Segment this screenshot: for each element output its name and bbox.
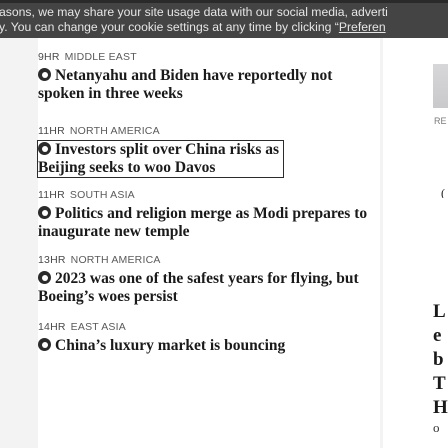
news-item-kicker: 11HR SOUTH ASIA: [38, 188, 380, 202]
news-item-kicker: 11HR NORTH AMERICA: [38, 124, 380, 138]
radio-bullet-icon: [38, 142, 51, 155]
radio-bullet-icon: [38, 68, 51, 81]
news-item-headline: China’s luxury market is bouncing: [55, 337, 286, 354]
news-item-age: 11HR: [38, 189, 65, 201]
right-column-letter: H: [433, 397, 448, 418]
news-item-kicker: 14HR EAST ASIA: [38, 320, 380, 334]
right-column-headline-fragment[interactable]: L e b T H o: [433, 300, 448, 436]
news-item-headline-line-1: Investors split over China risks as: [38, 141, 279, 159]
thumbnail-image[interactable]: [433, 64, 448, 108]
right-column-tick: (: [441, 186, 445, 198]
news-item: 11HR NORTH AMERICA Investors split over C…: [36, 124, 380, 178]
news-item-headline-link[interactable]: China’s luxury market is bouncing: [38, 337, 380, 355]
news-item-region: NORTH AMERICA: [69, 125, 160, 137]
right-column-edge-text: RE: [434, 116, 447, 126]
right-column-letter: b: [433, 349, 444, 370]
news-item-headline-text-1: Investors split over China risks as: [55, 141, 280, 158]
news-item-age: 9HR: [38, 51, 60, 63]
radio-bullet-icon: [38, 206, 51, 219]
right-column-letter: o: [433, 420, 440, 435]
news-item-headline-link[interactable]: 2023 was one of the safest years for fly…: [38, 270, 380, 306]
news-item-region: SOUTH ASIA: [69, 189, 135, 201]
news-item-kicker: 13HR NORTH AMERICA: [38, 253, 380, 267]
cookie-banner-text-line-1: asons, we may share your site usage data…: [0, 5, 388, 19]
news-item: 13HR NORTH AMERICA 2023 was one of the sa…: [38, 253, 380, 306]
radio-bullet-icon: [38, 271, 51, 284]
cookie-banner: asons, we may share your site usage data…: [0, 0, 448, 38]
page: asons, we may share your site usage data…: [0, 0, 448, 448]
news-feed: 9HR MIDDLE EAST Netanyahu and Biden have …: [36, 38, 380, 448]
news-item-region: EAST ASIA: [70, 321, 126, 333]
news-item-headline-link[interactable]: Politics and religion merge as Modi prep…: [38, 205, 380, 241]
cookie-banner-top-band: [0, 0, 448, 3]
news-item-headline: 2023 was one of the safest years for fly…: [38, 270, 359, 305]
news-item-kicker: 9HR MIDDLE EAST: [38, 50, 380, 64]
news-item-region: MIDDLE EAST: [64, 51, 137, 63]
news-item-headline: Netanyahu and Biden have reportedly not …: [38, 67, 333, 102]
cookie-banner-text-line-2: y. You can change your cookie settings a…: [0, 20, 386, 35]
news-item: 9HR MIDDLE EAST Netanyahu and Biden have …: [38, 50, 380, 103]
news-item-headline: Politics and religion merge as Modi prep…: [38, 205, 368, 240]
news-item: 11HR SOUTH ASIA Politics and religion mer…: [38, 188, 380, 241]
cookie-preferences-link[interactable]: Preferen: [339, 20, 386, 34]
radio-bullet-icon: [38, 338, 51, 351]
cookie-banner-text-line-2-prefix: y. You can change your cookie settings a…: [0, 20, 339, 34]
news-item-age: 11HR: [38, 125, 65, 137]
right-column-cropped: RE ( L e b T H o: [383, 38, 448, 448]
news-item-age: 13HR: [38, 254, 66, 266]
right-column-letter: e: [433, 325, 442, 346]
news-item: 14HR EAST ASIA China’s luxury market is b…: [38, 320, 380, 355]
news-item-region: NORTH AMERICA: [70, 254, 161, 266]
news-item-age: 14HR: [38, 321, 66, 333]
right-column-letter: L: [433, 301, 446, 322]
news-item-headline-line-2: Beijing seeks to woo Davos: [38, 159, 216, 176]
right-column-letter: T: [433, 373, 446, 394]
news-item-headline-link[interactable]: Netanyahu and Biden have reportedly not …: [38, 67, 380, 103]
news-item-headline-link-focused[interactable]: Investors split over China risks as Beij…: [36, 140, 285, 178]
